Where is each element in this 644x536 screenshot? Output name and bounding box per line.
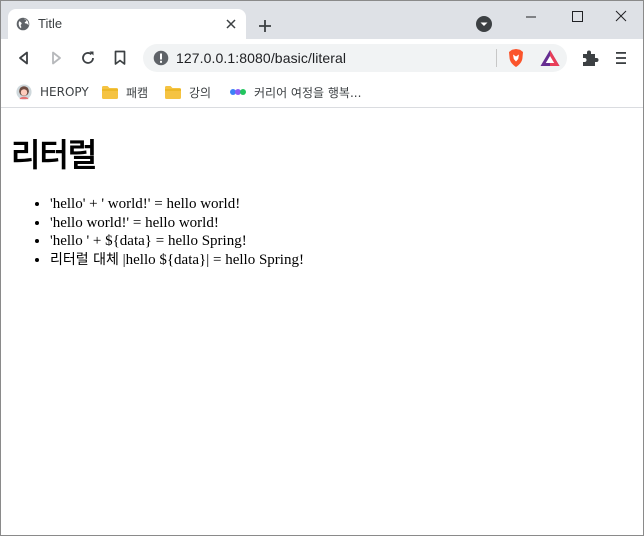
address-bar[interactable]: 127.0.0.1:8080/basic/literal — [143, 44, 567, 72]
heropy-avatar-icon — [16, 84, 32, 100]
literal-list: 'hello' + ' world!' = hello world! 'hell… — [11, 195, 304, 269]
tab-title: Title — [38, 16, 63, 31]
bookmark-folder-1[interactable]: 패캠 — [101, 82, 148, 102]
tab-active[interactable]: Title — [8, 9, 246, 39]
brave-shields-icon[interactable] — [507, 48, 525, 68]
bookmarks-bar: HEROPY 패캠 강의 커리어 여정을 행복... — [1, 77, 643, 108]
back-arrow-icon — [19, 51, 28, 65]
tab-close-button[interactable] — [222, 15, 240, 33]
extensions-puzzle-icon[interactable] — [580, 48, 600, 68]
minimize-icon[interactable] — [517, 7, 545, 27]
menu-icon[interactable] — [613, 48, 629, 68]
career-dots-icon — [230, 89, 246, 95]
bookmark-career[interactable]: 커리어 여정을 행복... — [229, 82, 361, 102]
forward-arrow-icon — [52, 51, 61, 65]
list-item: 리터럴 대체 |hello ${data}| = hello Spring! — [50, 251, 304, 270]
bookmark-folder-2[interactable]: 강의 — [164, 82, 211, 102]
url-text: 127.0.0.1:8080/basic/literal — [176, 50, 347, 66]
address-bar-divider — [496, 49, 497, 67]
tab-search-icon[interactable] — [475, 15, 493, 33]
page-title: 리터럴 — [11, 136, 97, 174]
list-item-text: |hello ${data}| = hello Spring! — [118, 251, 304, 268]
tab-strip: Title — [1, 1, 643, 39]
bookmark-label: 강의 — [189, 85, 212, 100]
browser-window: Title 127.0.0.1:8080/basic/literal HEROP… — [0, 0, 644, 536]
bookmark-label: 커리어 여정을 행복... — [254, 85, 362, 100]
globe-icon — [16, 17, 30, 31]
forward-button[interactable] — [45, 47, 67, 69]
new-tab-button[interactable] — [253, 14, 277, 38]
close-icon — [226, 19, 236, 29]
folder-icon — [165, 86, 181, 99]
bookmark-button[interactable] — [109, 47, 131, 69]
site-info-icon[interactable] — [153, 50, 169, 66]
bookmark-icon — [114, 50, 126, 65]
brave-rewards-icon[interactable] — [540, 49, 560, 67]
list-item: 'hello' + ' world!' = hello world! — [50, 195, 304, 214]
page-content: 리터럴 'hello' + ' world!' = hello world! '… — [1, 108, 643, 535]
list-item: 'hello world!' = hello world! — [50, 214, 304, 233]
back-button[interactable] — [13, 47, 35, 69]
bookmark-label: HEROPY — [40, 85, 89, 99]
folder-icon — [102, 86, 118, 99]
plus-icon — [259, 20, 271, 32]
reload-icon — [82, 51, 94, 64]
list-item: 'hello ' + ${data} = hello Spring! — [50, 232, 304, 251]
reload-button[interactable] — [77, 47, 99, 69]
bookmark-heropy[interactable]: HEROPY — [15, 82, 89, 102]
maximize-icon[interactable] — [563, 7, 591, 27]
toolbar: 127.0.0.1:8080/basic/literal — [1, 39, 643, 77]
list-item-prefix: 리터럴 대체 — [50, 251, 119, 268]
window-close-icon[interactable] — [607, 7, 635, 27]
bookmark-label: 패캠 — [126, 85, 149, 100]
